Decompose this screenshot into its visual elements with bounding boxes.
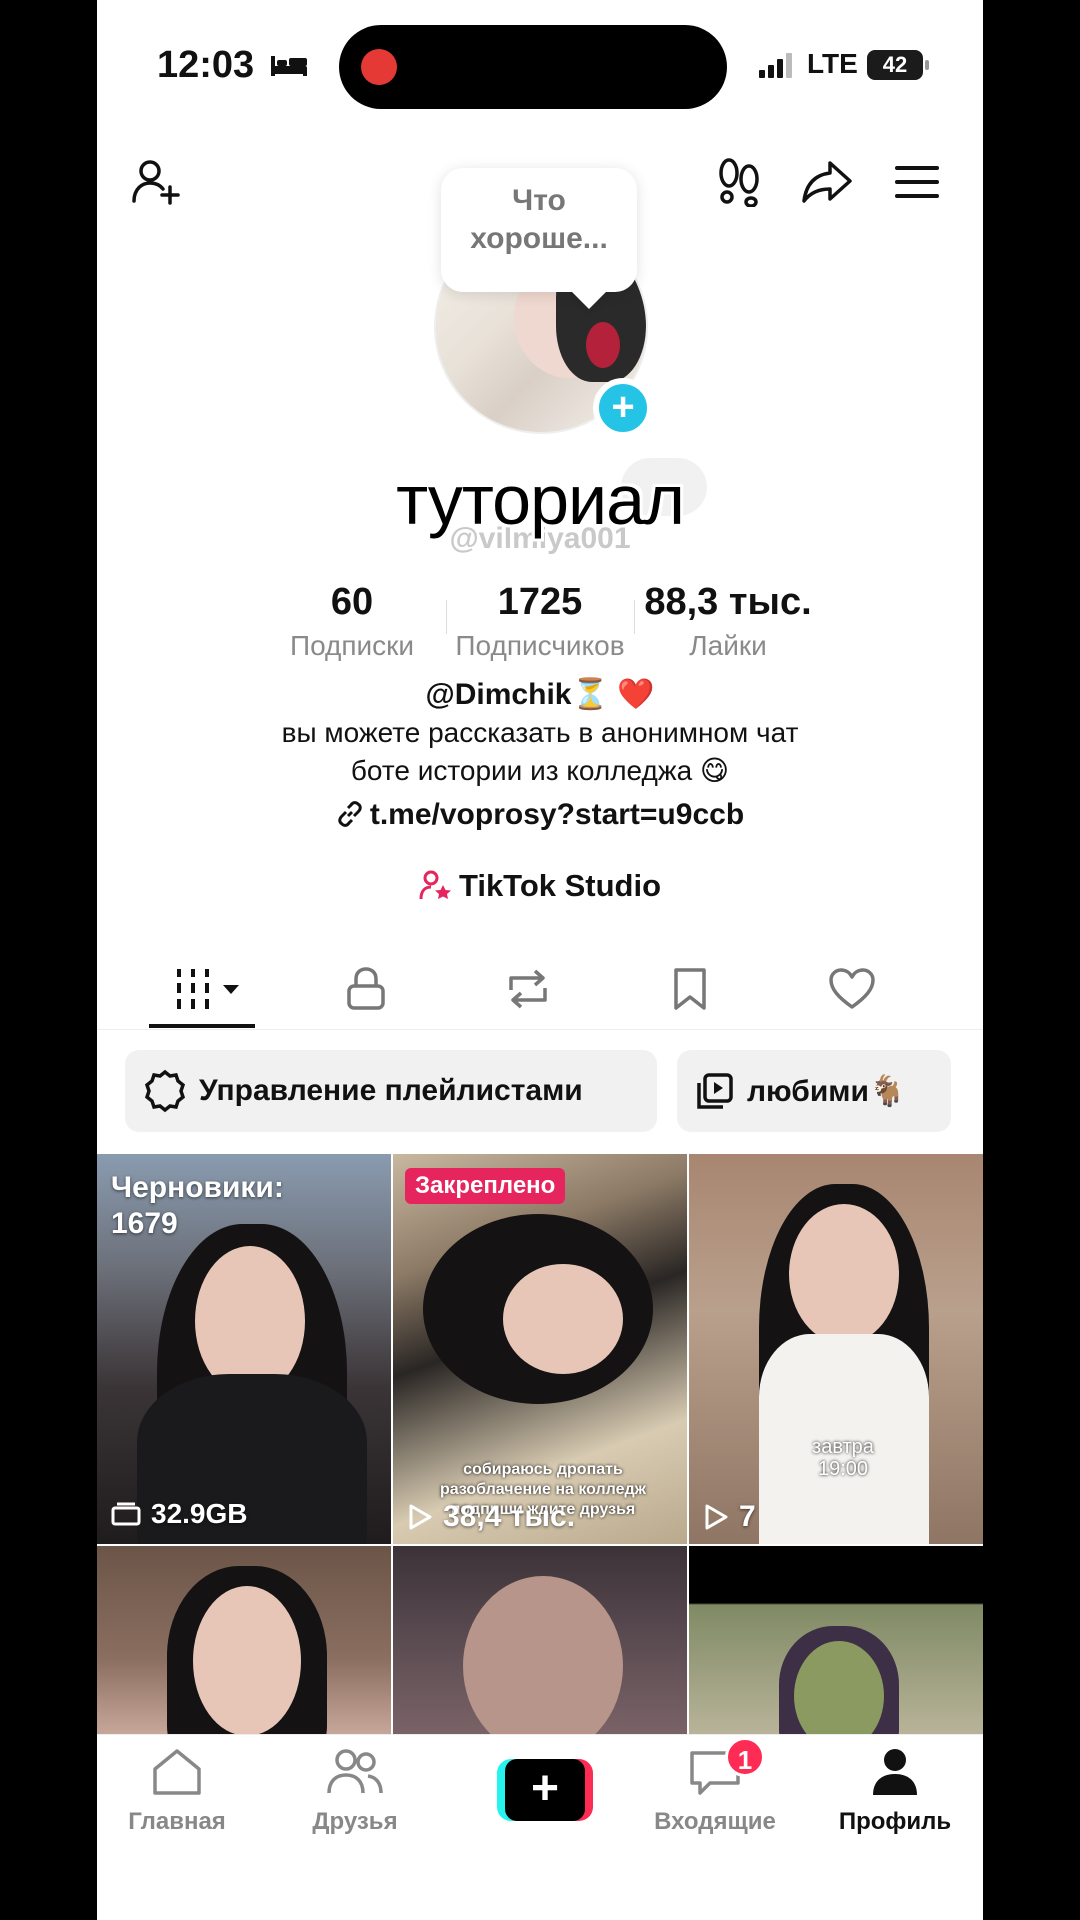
bio-line-mention: @Dimchik⏳ ❤️ xyxy=(425,678,655,711)
video-caption: завтра 19:00 xyxy=(812,1436,874,1480)
tab-private[interactable] xyxy=(285,950,447,1028)
views-count: 7 xyxy=(739,1500,756,1533)
create-video-button[interactable]: + xyxy=(497,1759,593,1821)
avatar-lips xyxy=(586,322,620,368)
stat-followers[interactable]: 1725 Подписчиков xyxy=(446,578,634,664)
folder-icon xyxy=(111,1502,141,1526)
display-name: туториал xyxy=(396,461,685,539)
drafts-count: Черновики: 1679 xyxy=(111,1171,284,1240)
heart-icon xyxy=(829,968,875,1009)
add-user-icon xyxy=(132,160,180,205)
bed-icon xyxy=(271,56,307,76)
phone-screen: 12:03 LTE 42 + Что хороше... @vilmiya001… xyxy=(97,0,983,1920)
bio-line: вы можете рассказать в анонимном чат xyxy=(281,717,799,748)
drafts-size-text: 32.9GB xyxy=(151,1498,248,1529)
nav-home[interactable]: Главная xyxy=(97,1747,257,1836)
bookmark-icon xyxy=(674,968,706,1010)
repost-icon xyxy=(509,969,547,1009)
video-tile-pinned[interactable]: Закреплено собираюсь дропать разоблачени… xyxy=(393,1154,687,1544)
stat-following[interactable]: 60 Подписки xyxy=(258,578,446,664)
video-tile[interactable]: завтра 19:00 7 xyxy=(689,1154,983,1544)
video-tile[interactable] xyxy=(689,1546,983,1736)
video-views: 38,4 тыс. xyxy=(407,1500,575,1534)
manage-playlists-chip[interactable]: Управление плейлистами xyxy=(125,1050,657,1132)
creator-star-icon xyxy=(419,870,451,900)
grid-videos-icon xyxy=(177,969,239,1009)
pinned-badge: Закреплено xyxy=(405,1168,566,1204)
playlist-icon xyxy=(697,1073,733,1109)
stat-likes[interactable]: 88,3 тыс. Лайки xyxy=(634,578,822,664)
stat-value: 1725 xyxy=(497,581,583,623)
playlist-favorites-chip[interactable]: любими🐐 xyxy=(677,1050,951,1132)
status-note-bubble[interactable]: Что хороше... xyxy=(441,168,637,292)
nav-inbox-label: Входящие xyxy=(654,1808,776,1835)
video-tile[interactable] xyxy=(97,1546,391,1736)
signal-icon xyxy=(759,53,792,78)
video-tile-drafts[interactable]: Черновики: 1679 32.9GB xyxy=(97,1154,391,1544)
nav-profile-label: Профиль xyxy=(838,1808,952,1835)
video-tile[interactable] xyxy=(393,1546,687,1736)
video-views: 7 xyxy=(703,1500,756,1534)
tab-videos[interactable] xyxy=(135,950,285,1028)
nav-inbox[interactable]: 1 Входящие xyxy=(635,1737,795,1836)
tiktok-studio-link[interactable]: TikTok Studio xyxy=(97,868,983,904)
bio-link[interactable]: t.me/voprosy?start=u9ccb xyxy=(97,796,983,834)
friends-icon xyxy=(327,1749,383,1794)
nav-profile[interactable]: Профиль xyxy=(815,1747,975,1836)
recording-indicator-icon xyxy=(361,49,397,85)
content-tabs xyxy=(97,950,983,1030)
status-bar: 12:03 LTE 42 xyxy=(97,0,983,130)
inbox-badge: 1 xyxy=(725,1737,765,1777)
menu-button[interactable] xyxy=(887,152,947,212)
share-arrow-icon xyxy=(802,161,852,203)
play-icon xyxy=(705,1504,728,1530)
bio-link-text: t.me/voprosy?start=u9ccb xyxy=(369,798,745,831)
stat-label: Лайки xyxy=(689,630,767,661)
stat-label: Подписчиков xyxy=(455,630,625,661)
dynamic-island xyxy=(339,25,727,109)
add-story-plus-icon[interactable]: + xyxy=(593,378,653,438)
stat-value: 60 xyxy=(330,581,374,623)
status-time: 12:03 xyxy=(157,44,255,86)
drafts-size: 32.9GB xyxy=(111,1498,248,1530)
nav-friends-label: Друзья xyxy=(312,1808,398,1835)
profile-bio: @Dimchik⏳ ❤️ вы можете рассказать в анон… xyxy=(97,676,983,834)
stat-label: Подписки xyxy=(289,630,415,661)
profile-person-icon xyxy=(873,1749,917,1795)
add-friend-button[interactable] xyxy=(127,152,187,212)
hamburger-menu-icon xyxy=(895,166,939,198)
tab-reposts[interactable] xyxy=(447,950,609,1028)
footprints-icon xyxy=(719,158,759,207)
nav-home-label: Главная xyxy=(128,1808,226,1835)
share-profile-button[interactable] xyxy=(797,152,857,212)
lock-icon xyxy=(347,967,385,1010)
nav-friends[interactable]: Друзья xyxy=(275,1747,435,1836)
link-icon xyxy=(338,801,362,827)
bottom-navigation: Главная Друзья + 1 Входящие Профиль xyxy=(97,1734,983,1920)
studio-label: TikTok Studio xyxy=(458,868,662,903)
manage-playlists-label: Управление плейлистами xyxy=(199,1074,583,1107)
home-icon xyxy=(153,1749,201,1795)
bio-line: боте истории из колледжа 😋 xyxy=(350,755,730,786)
stat-value: 88,3 тыс. xyxy=(644,581,812,623)
plus-icon: + xyxy=(505,1759,585,1821)
network-type: LTE xyxy=(807,48,858,79)
battery-indicator: 42 xyxy=(867,50,929,80)
settings-gear-icon xyxy=(144,1069,186,1113)
profile-stats: 60 Подписки 1725 Подписчиков 88,3 тыс. Л… xyxy=(97,578,983,664)
profile-views-button[interactable] xyxy=(709,152,769,212)
views-count: 38,4 тыс. xyxy=(443,1500,576,1533)
tab-liked[interactable] xyxy=(771,950,933,1028)
playlist-favorites-label: любими🐐 xyxy=(747,1074,907,1108)
play-icon xyxy=(409,1504,432,1530)
tab-saved[interactable] xyxy=(609,950,771,1028)
